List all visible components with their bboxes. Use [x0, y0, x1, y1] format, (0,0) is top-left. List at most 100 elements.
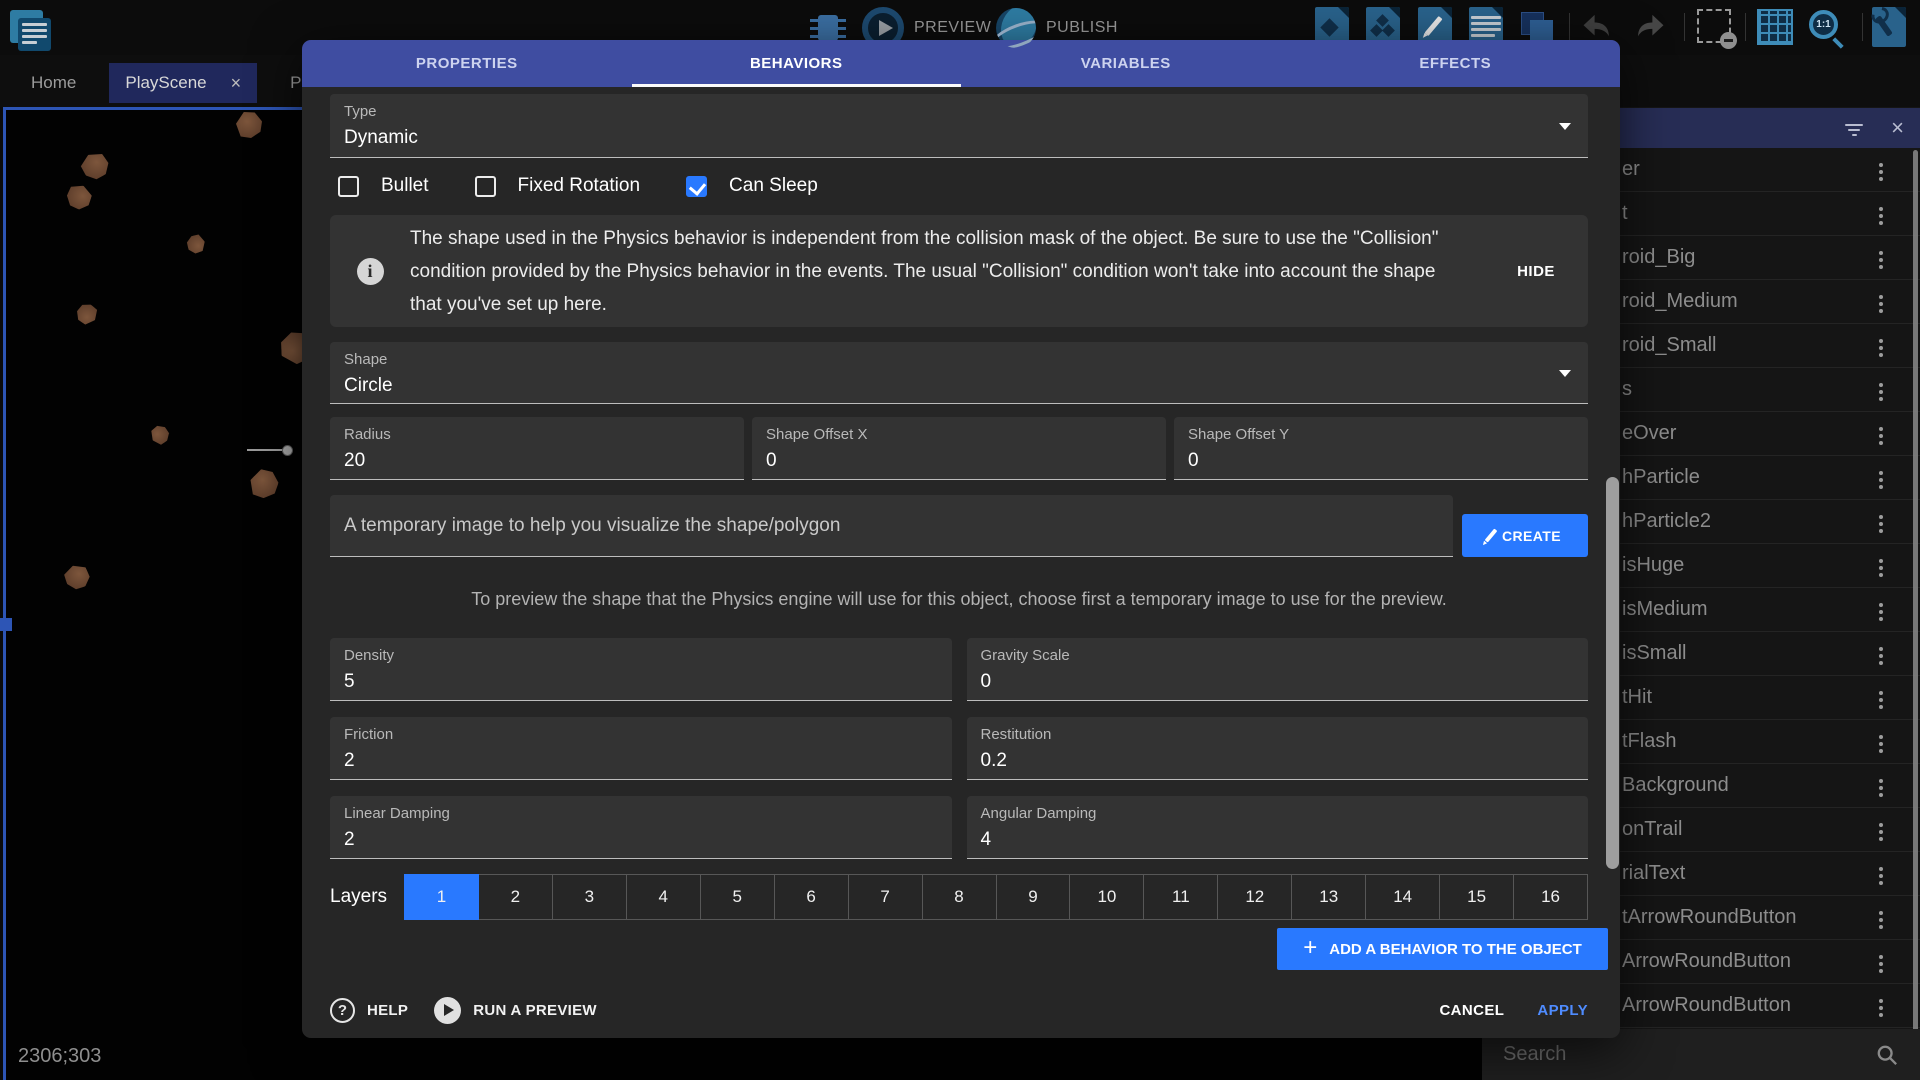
selection-handle[interactable] — [0, 618, 12, 631]
field-label: Restitution — [981, 726, 1589, 743]
layer-cell-1[interactable]: 1 — [404, 874, 479, 920]
checkbox-box[interactable] — [686, 176, 707, 197]
help-button[interactable]: ? HELP — [330, 998, 408, 1023]
editor-tab-home[interactable]: Home — [15, 63, 92, 103]
search-input[interactable] — [1482, 1043, 1876, 1066]
layer-cell-14[interactable]: 14 — [1365, 874, 1440, 920]
layer-cell-9[interactable]: 9 — [996, 874, 1071, 920]
item-menu-icon[interactable] — [1879, 207, 1883, 211]
layer-cell-5[interactable]: 5 — [700, 874, 775, 920]
shape-offset-y-field[interactable]: Shape Offset Y0 — [1174, 417, 1588, 480]
asteroid-sprite[interactable] — [64, 182, 94, 212]
asteroid-sprite[interactable] — [147, 422, 172, 447]
field-value: 0 — [766, 450, 1166, 472]
item-menu-icon[interactable] — [1879, 251, 1883, 255]
type-select[interactable]: Type Dynamic — [330, 94, 1588, 158]
project-manager-icon[interactable] — [10, 10, 56, 54]
checkbox-bullet[interactable]: Bullet — [338, 175, 429, 197]
checkbox-box[interactable] — [338, 176, 359, 197]
friction-field[interactable]: Friction2 — [330, 717, 952, 780]
density-field[interactable]: Density5 — [330, 638, 952, 701]
object-name: tArrowRoundButton — [1622, 906, 1797, 929]
add-behavior-button[interactable]: + ADD A BEHAVIOR TO THE OBJECT — [1277, 928, 1608, 970]
mask-selection-icon[interactable] — [1695, 7, 1735, 47]
layer-cell-8[interactable]: 8 — [922, 874, 997, 920]
linear-damping-field[interactable]: Linear Damping2 — [330, 796, 952, 859]
editor-tab-playscene[interactable]: PlayScene× — [109, 63, 257, 103]
layer-cell-13[interactable]: 13 — [1291, 874, 1366, 920]
close-panel-icon[interactable]: × — [1891, 119, 1904, 137]
asteroid-sprite[interactable] — [184, 232, 207, 255]
checkbox-can-sleep[interactable]: Can Sleep — [686, 175, 818, 197]
dialog-tab-effects[interactable]: EFFECTS — [1291, 40, 1621, 87]
close-tab-icon[interactable]: × — [231, 73, 242, 94]
item-menu-icon[interactable] — [1879, 295, 1883, 299]
item-menu-icon[interactable] — [1879, 823, 1883, 827]
item-menu-icon[interactable] — [1879, 339, 1883, 343]
radius-field[interactable]: Radius20 — [330, 417, 744, 480]
item-menu-icon[interactable] — [1879, 911, 1883, 915]
redo-icon[interactable] — [1629, 7, 1669, 47]
layer-cell-10[interactable]: 10 — [1069, 874, 1144, 920]
chevron-down-icon — [1559, 370, 1571, 377]
item-menu-icon[interactable] — [1879, 779, 1883, 783]
item-menu-icon[interactable] — [1879, 603, 1883, 607]
item-menu-icon[interactable] — [1879, 471, 1883, 475]
item-menu-icon[interactable] — [1879, 999, 1883, 1003]
item-menu-icon[interactable] — [1879, 559, 1883, 563]
layer-cell-7[interactable]: 7 — [848, 874, 923, 920]
asteroid-sprite[interactable] — [77, 148, 113, 184]
dialog-tab-properties[interactable]: PROPERTIES — [302, 40, 632, 87]
checkbox-fixed-rotation[interactable]: Fixed Rotation — [475, 175, 641, 197]
restitution-field[interactable]: Restitution0.2 — [967, 717, 1589, 780]
layer-cell-3[interactable]: 3 — [552, 874, 627, 920]
angular-damping-field[interactable]: Angular Damping4 — [967, 796, 1589, 859]
item-menu-icon[interactable] — [1879, 383, 1883, 387]
panel-scrollbar[interactable] — [1913, 150, 1918, 1035]
cancel-button[interactable]: CANCEL — [1439, 1002, 1504, 1019]
hide-button[interactable]: HIDE — [1484, 263, 1588, 280]
object-name: roid_Big — [1622, 246, 1695, 269]
run-preview-button[interactable]: RUN A PREVIEW — [434, 997, 597, 1024]
object-name: eOver — [1622, 422, 1676, 445]
item-menu-icon[interactable] — [1879, 647, 1883, 651]
grid-icon[interactable] — [1755, 7, 1795, 47]
filter-icon[interactable] — [1844, 121, 1864, 136]
gravity-scale-field[interactable]: Gravity Scale0 — [967, 638, 1589, 701]
settings-wrench-icon[interactable] — [1869, 7, 1909, 47]
zoom-1-1-icon[interactable]: 1:1 — [1806, 7, 1846, 47]
shape-offset-x-field[interactable]: Shape Offset X0 — [752, 417, 1166, 480]
field-value: 0 — [981, 671, 1589, 693]
field-label: Density — [344, 647, 952, 664]
layer-cell-16[interactable]: 16 — [1513, 874, 1588, 920]
help-label: HELP — [367, 1002, 408, 1019]
layer-cell-2[interactable]: 2 — [478, 874, 553, 920]
layer-cell-4[interactable]: 4 — [626, 874, 701, 920]
item-menu-icon[interactable] — [1879, 163, 1883, 167]
asteroid-sprite[interactable] — [61, 561, 93, 593]
shape-select[interactable]: Shape Circle — [330, 342, 1588, 404]
object-name: isMedium — [1622, 598, 1708, 621]
asteroid-sprite[interactable] — [236, 112, 262, 138]
apply-button[interactable]: APPLY — [1537, 1002, 1588, 1019]
item-menu-icon[interactable] — [1879, 515, 1883, 519]
item-menu-icon[interactable] — [1879, 867, 1883, 871]
dialog-tab-behaviors[interactable]: BEHAVIORS — [632, 40, 962, 87]
temp-image-field[interactable]: A temporary image to help you visualize … — [330, 495, 1453, 557]
asteroid-sprite[interactable] — [248, 468, 281, 501]
item-menu-icon[interactable] — [1879, 735, 1883, 739]
plus-icon: + — [1303, 934, 1317, 962]
layer-cell-6[interactable]: 6 — [774, 874, 849, 920]
layer-cell-11[interactable]: 11 — [1143, 874, 1218, 920]
item-menu-icon[interactable] — [1879, 427, 1883, 431]
checkbox-box[interactable] — [475, 176, 496, 197]
asteroid-sprite[interactable] — [73, 300, 101, 328]
publish-globe-icon — [996, 8, 1036, 48]
layer-cell-15[interactable]: 15 — [1439, 874, 1514, 920]
layer-cell-12[interactable]: 12 — [1217, 874, 1292, 920]
object-name: Background — [1622, 774, 1729, 797]
item-menu-icon[interactable] — [1879, 955, 1883, 959]
create-button[interactable]: CREATE — [1462, 514, 1588, 557]
item-menu-icon[interactable] — [1879, 691, 1883, 695]
dialog-scrollbar-thumb[interactable] — [1606, 477, 1619, 869]
